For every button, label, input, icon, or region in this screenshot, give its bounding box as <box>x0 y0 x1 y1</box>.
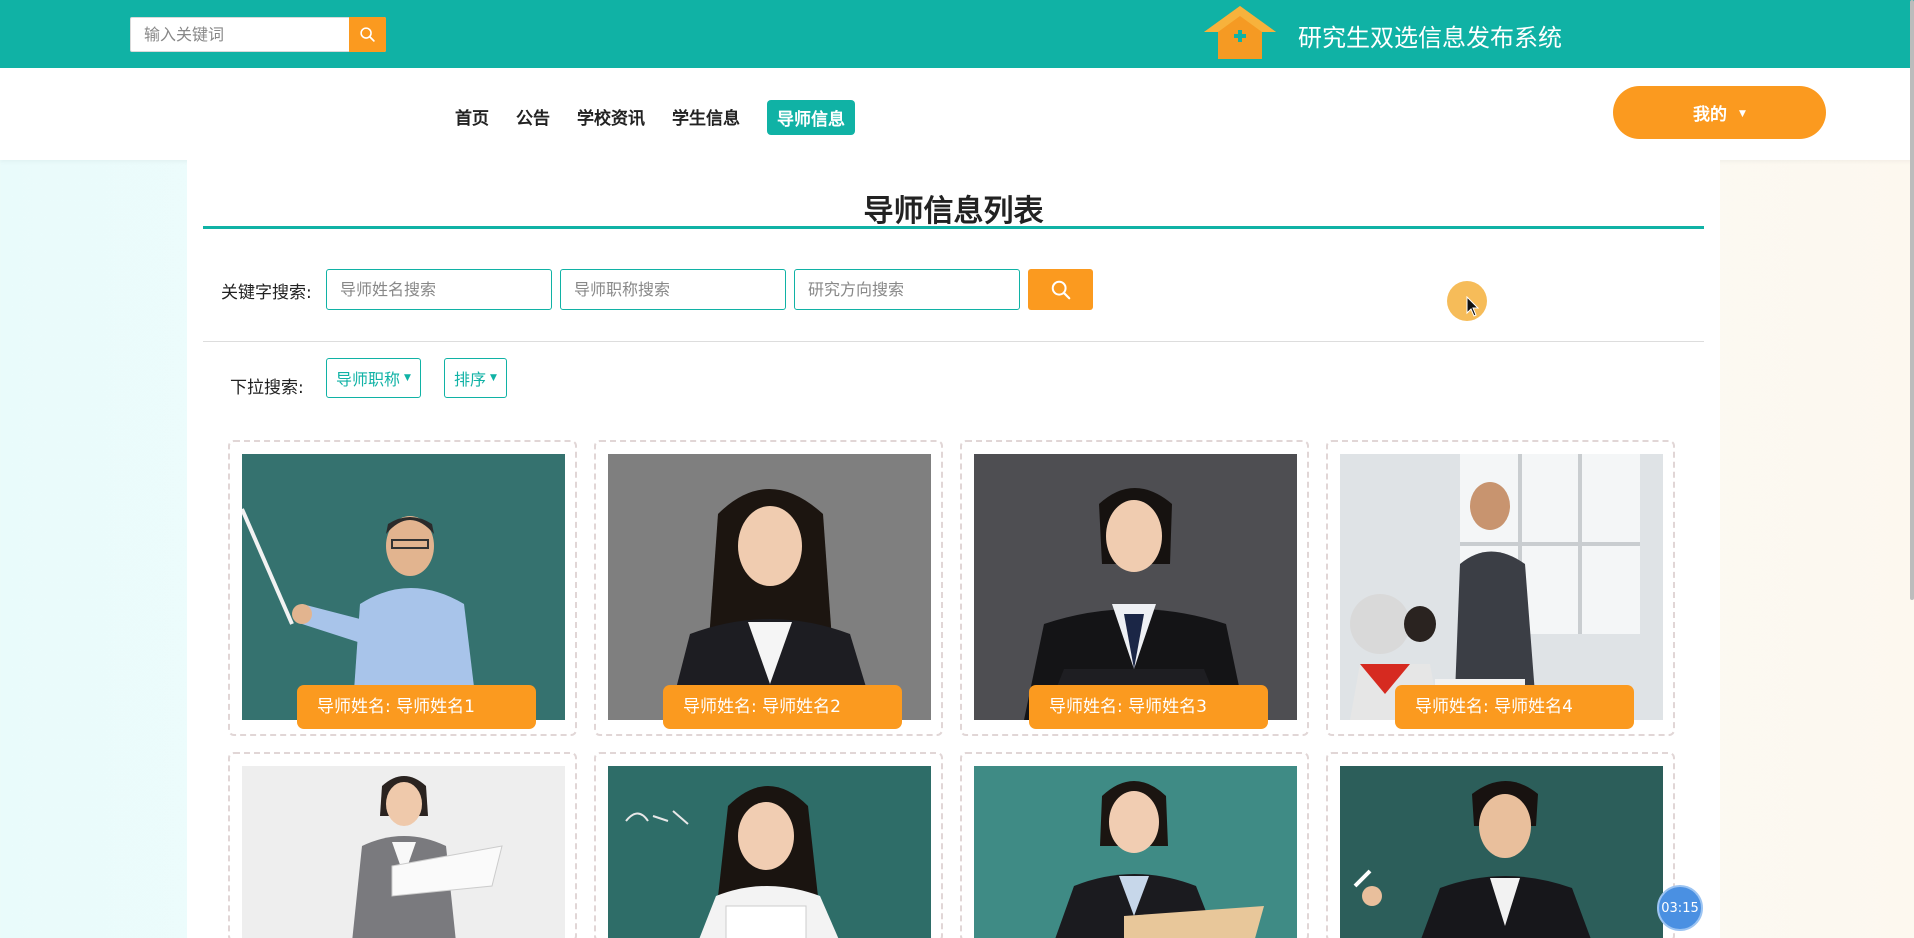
nav-student-info[interactable]: 学生信息 <box>672 104 740 129</box>
nav-school-news[interactable]: 学校资讯 <box>577 104 645 129</box>
caret-down-icon: ▼ <box>1739 108 1746 119</box>
research-direction-search-input[interactable] <box>794 269 1020 310</box>
tutor-name-label: 导师姓名: 导师姓名3 <box>1029 685 1268 729</box>
tutor-card-6[interactable] <box>594 752 943 938</box>
search-icon <box>360 27 375 42</box>
tutor-card-2[interactable]: 导师姓名: 导师姓名2 <box>594 440 943 736</box>
tutor-card-5[interactable] <box>228 752 577 938</box>
sort-dropdown[interactable]: 排序 ▼ <box>444 358 507 398</box>
sort-dropdown-label: 排序 <box>454 370 487 389</box>
tutor-card-8[interactable] <box>1326 752 1675 938</box>
tutor-photo <box>1340 454 1663 720</box>
my-account-button[interactable]: 我的 ▼ <box>1613 86 1826 139</box>
search-icon <box>1051 280 1070 299</box>
tutor-photo <box>974 766 1297 938</box>
top-search-input[interactable] <box>131 18 351 51</box>
caret-down-icon: ▼ <box>490 373 497 383</box>
site-title: 研究生双选信息发布系统 <box>1298 24 1562 52</box>
tutor-photo <box>974 454 1297 720</box>
tutor-name-search-input[interactable] <box>326 269 552 310</box>
tutor-title-search-input[interactable] <box>560 269 786 310</box>
tutor-card-1[interactable]: 导师姓名: 导师姓名1 <box>228 440 577 736</box>
title-underline <box>203 226 1704 229</box>
house-logo-icon <box>1204 6 1276 59</box>
caret-down-icon: ▼ <box>404 373 411 383</box>
tutor-card-7[interactable] <box>960 752 1309 938</box>
nav-announcements[interactable]: 公告 <box>516 104 550 129</box>
top-search-button[interactable] <box>349 17 386 52</box>
tutor-photo <box>608 766 931 938</box>
recording-timer-badge: 03:15 <box>1657 885 1703 931</box>
dropdown-search-label: 下拉搜索: <box>230 378 304 398</box>
tutor-name-label: 导师姓名: 导师姓名2 <box>663 685 902 729</box>
tutor-photo <box>242 766 565 938</box>
keyword-search-label: 关键字搜索: <box>221 283 312 303</box>
top-search-box <box>130 17 386 52</box>
tutor-photo <box>608 454 931 720</box>
tutor-photo <box>1340 766 1663 938</box>
tutor-title-dropdown[interactable]: 导师职称 ▼ <box>326 358 421 398</box>
mouse-pointer-icon <box>1466 296 1480 317</box>
tutor-name-label: 导师姓名: 导师姓名1 <box>297 685 536 729</box>
nav-tutor-info[interactable]: 导师信息 <box>767 100 855 135</box>
page-title: 导师信息列表 <box>863 194 1044 229</box>
main-nav: 首页 公告 学校资讯 学生信息 导师信息 我的 ▼ <box>0 68 1914 160</box>
section-divider <box>203 341 1704 342</box>
tutor-title-dropdown-label: 导师职称 <box>336 370 401 389</box>
tutor-list-panel: 导师信息列表 关键字搜索: 下拉搜索: 导师职称 ▼ 排序 ▼ <box>187 160 1720 938</box>
tutor-card-4[interactable]: 导师姓名: 导师姓名4 <box>1326 440 1675 736</box>
top-bar: 研究生双选信息发布系统 <box>0 0 1914 68</box>
tutor-card-3[interactable]: 导师姓名: 导师姓名3 <box>960 440 1309 736</box>
keyword-search-button[interactable] <box>1028 269 1093 310</box>
page-scrollbar[interactable] <box>1910 0 1914 600</box>
nav-home[interactable]: 首页 <box>455 104 489 129</box>
tutor-name-label: 导师姓名: 导师姓名4 <box>1395 685 1634 729</box>
my-account-label: 我的 <box>1693 105 1728 125</box>
tutor-photo <box>242 454 565 720</box>
